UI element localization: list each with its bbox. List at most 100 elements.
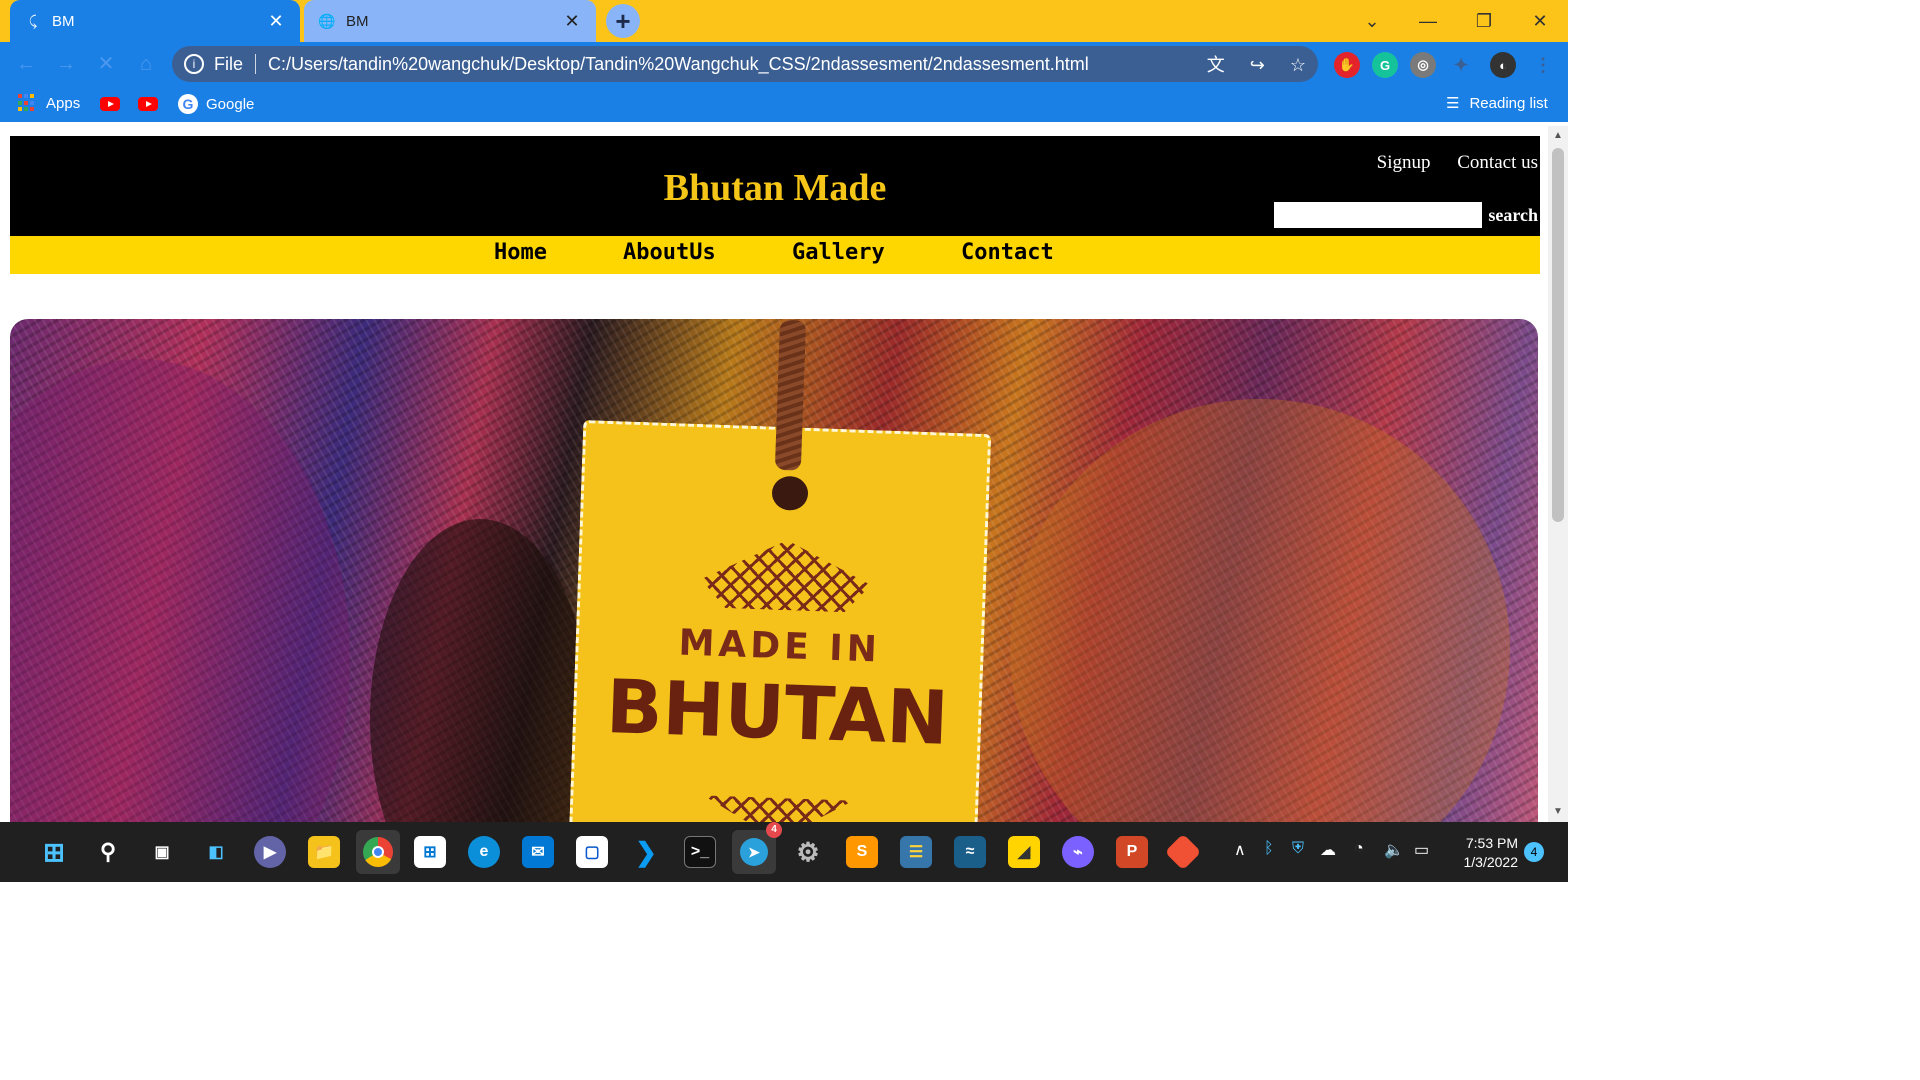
bookmarks-bar: Apps G Google ☰ Reading list	[0, 86, 1568, 122]
tab-title: BM	[52, 12, 75, 30]
tab-strip: ⤹ BM ✕ 🌐 BM ✕ + ⌄ — ❐ ✕	[0, 0, 1568, 42]
widgets-icon[interactable]: ◧	[200, 836, 232, 868]
tab-search-icon[interactable]: ⌄	[1344, 11, 1400, 32]
loading-icon: ⤹	[28, 12, 38, 29]
reading-list-button[interactable]: ☰ Reading list	[1446, 94, 1548, 113]
minimize-button[interactable]: —	[1400, 11, 1456, 32]
fabric-fold	[10, 359, 350, 822]
nav-gallery[interactable]: Gallery	[792, 240, 885, 265]
tab-title: BM	[346, 12, 369, 30]
terminal-icon[interactable]: >_	[684, 836, 716, 868]
search-input[interactable]	[1274, 202, 1483, 228]
nav-contact[interactable]: Contact	[961, 240, 1054, 265]
start-icon[interactable]: ⊞	[38, 836, 70, 868]
made-in-bhutan-tag: MADE IN BHUTAN	[568, 319, 992, 822]
extension-icon[interactable]: ◎	[1410, 52, 1436, 78]
scroll-up-arrow[interactable]: ▲	[1548, 130, 1568, 141]
reading-list-label: Reading list	[1469, 94, 1548, 112]
app-icon[interactable]: ▢	[576, 836, 608, 868]
close-tab-icon[interactable]: ✕	[266, 11, 286, 32]
address-url[interactable]: C:/Users/tandin%20wangchuk/Desktop/Tandi…	[268, 54, 1187, 75]
fabric-fold	[1010, 399, 1510, 822]
bookmark-apps[interactable]: Apps	[18, 94, 80, 112]
scroll-down-arrow[interactable]: ▼	[1548, 806, 1568, 817]
bookmark-youtube-1[interactable]	[100, 97, 120, 111]
messenger-icon[interactable]: ⌁	[1062, 836, 1094, 868]
address-bar[interactable]: i File C:/Users/tandin%20wangchuk/Deskto…	[172, 46, 1318, 82]
onedrive-cloud-icon[interactable]: ☁	[1320, 840, 1336, 860]
store-icon[interactable]: ⊞	[414, 836, 446, 868]
profile-avatar[interactable]: ◐	[1490, 52, 1516, 78]
share-icon[interactable]: ↪	[1250, 55, 1265, 75]
site-nav: Home AboutUs Gallery Contact	[10, 236, 1540, 274]
stop-loading-button[interactable]: ✕	[92, 50, 120, 78]
adblock-extension-icon[interactable]: ✋	[1334, 52, 1360, 78]
restore-button[interactable]: ❐	[1456, 11, 1512, 32]
bookmark-google[interactable]: G Google	[178, 94, 254, 114]
teams-chat-icon[interactable]: ▶	[254, 836, 286, 868]
grammarly-extension-icon[interactable]: G	[1372, 52, 1398, 78]
endless-knot-motif	[702, 777, 854, 822]
notification-count-badge[interactable]: 4	[1524, 842, 1544, 862]
python-icon[interactable]: ☰	[900, 836, 932, 868]
scrollbar-thumb[interactable]	[1552, 148, 1564, 522]
task-view-icon[interactable]: ▣	[146, 836, 178, 868]
show-hidden-icons-icon[interactable]: ∧	[1234, 840, 1246, 860]
new-tab-button[interactable]: +	[606, 4, 640, 38]
telegram-icon[interactable]: ➤ 4	[732, 822, 782, 874]
info-icon[interactable]: i	[184, 54, 204, 74]
battery-icon[interactable]: ▭	[1414, 840, 1429, 860]
tag-cord	[774, 319, 807, 471]
forward-button[interactable]: →	[52, 50, 80, 78]
menu-kebab-icon[interactable]: ⋮	[1530, 52, 1556, 78]
page-scrollbar[interactable]: ▲ ▼	[1548, 126, 1568, 822]
youtube-icon	[138, 97, 158, 111]
settings-icon[interactable]: ⚙	[792, 836, 824, 868]
mail-icon[interactable]: ✉	[522, 836, 554, 868]
tag-bhutan: BHUTAN	[604, 664, 950, 762]
youtube-icon	[100, 97, 120, 111]
home-button[interactable]: ⌂	[132, 50, 160, 78]
search-button[interactable]: search	[1488, 205, 1538, 226]
mysql-workbench-icon[interactable]: ≈	[954, 836, 986, 868]
bluetooth-icon[interactable]: ᛒ	[1264, 840, 1274, 858]
chrome-icon[interactable]	[356, 830, 400, 874]
endless-knot-motif	[700, 537, 872, 613]
nav-aboutus[interactable]: AboutUs	[623, 240, 716, 265]
browser-toolbar: ← → ✕ ⌂ i File C:/Users/tandin%20wangchu…	[0, 42, 1568, 86]
translate-icon[interactable]: 文	[1207, 55, 1225, 75]
apps-grid-icon	[18, 94, 36, 112]
reading-list-icon: ☰	[1446, 95, 1460, 112]
system-clock[interactable]: 7:53 PM 1/3/2022	[1452, 834, 1519, 872]
bookmark-youtube-2[interactable]	[138, 97, 158, 111]
nav-home[interactable]: Home	[494, 240, 547, 265]
tab-bm[interactable]: 🌐 BM ✕	[304, 0, 596, 42]
search-icon[interactable]: ⚲	[92, 836, 124, 868]
site-header: Bhutan Made Signup Contact us search	[10, 136, 1540, 236]
contact-us-link[interactable]: Contact us	[1457, 152, 1538, 173]
edge-icon[interactable]: e	[468, 836, 500, 868]
page-viewport: Bhutan Made Signup Contact us search Hom…	[0, 126, 1548, 822]
wifi-icon[interactable]: ◔	[1354, 840, 1364, 858]
bookmark-label: Google	[206, 95, 255, 113]
globe-icon: 🌐	[318, 12, 336, 29]
bookmark-star-icon[interactable]: ☆	[1290, 55, 1306, 75]
tab-bm-active[interactable]: ⤹ BM ✕	[10, 0, 300, 42]
sticky-notes-icon[interactable]: ◢	[1008, 836, 1040, 868]
signup-link[interactable]: Signup	[1377, 152, 1431, 173]
address-divider	[255, 54, 257, 74]
vscode-icon[interactable]: ❯	[630, 836, 662, 868]
close-tab-icon[interactable]: ✕	[562, 11, 582, 32]
git-icon[interactable]	[1164, 833, 1202, 871]
file-explorer-icon[interactable]: 📁	[308, 836, 340, 868]
close-window-button[interactable]: ✕	[1512, 11, 1568, 32]
back-button[interactable]: ←	[12, 50, 40, 78]
powerpoint-icon[interactable]: P	[1116, 836, 1148, 868]
tag-hole	[771, 475, 809, 511]
security-shield-icon[interactable]: ⛨	[1292, 840, 1304, 858]
fabric-shadow	[370, 519, 590, 822]
extensions-puzzle-icon[interactable]: ✦	[1448, 52, 1474, 78]
volume-icon[interactable]: 🔈	[1384, 840, 1404, 860]
google-icon: G	[178, 94, 198, 114]
sublime-icon[interactable]: S	[846, 836, 878, 868]
